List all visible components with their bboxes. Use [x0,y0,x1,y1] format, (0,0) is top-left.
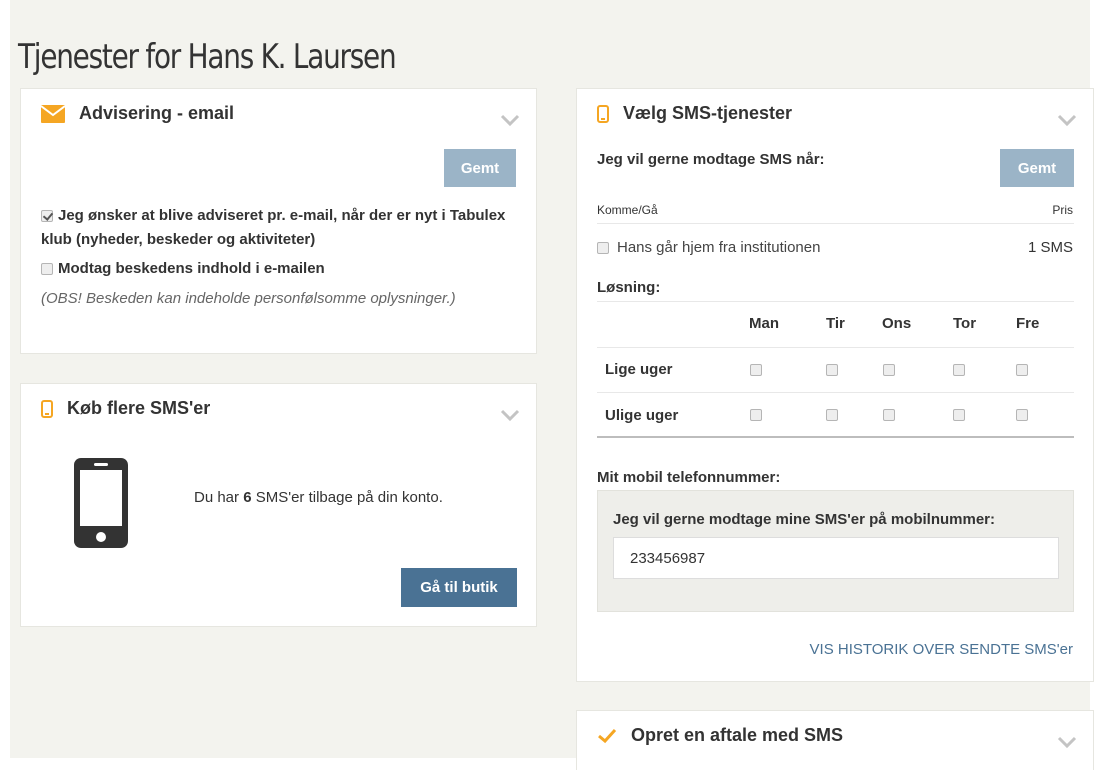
odd-week-wed-checkbox[interactable] [883,409,895,421]
even-week-thu-checkbox[interactable] [953,364,965,376]
mobile-icon [41,399,53,418]
sms-panel-title: Vælg SMS-tjenester [623,103,793,123]
sms-services-panel: Vælg SMS-tjenester Jeg vil gerne modtage… [576,88,1094,682]
even-week-fri-checkbox[interactable] [1016,364,1028,376]
email-content-label: Modtag beskedens indhold i e-mailen [58,260,325,277]
column-header-come-go: Komme/Gå [597,203,658,217]
row-label-even-weeks: Lige uger [605,361,673,378]
schedule-grid: Man Tir Ons Tor Fre Lige uger Ulige uger [597,301,1074,437]
phone-number-input[interactable] [613,537,1059,579]
sms-balance-text: Du har 6 SMS'er tilbage på din konto. [194,489,443,506]
divider [597,392,1074,393]
odd-week-mon-checkbox[interactable] [750,409,762,421]
chevron-down-icon[interactable] [1057,113,1077,127]
day-header: Tir [826,315,845,332]
email-panel-title: Advisering - email [79,103,235,123]
agreement-panel-header[interactable]: Opret en aftale med SMS [597,725,843,746]
column-header-price: Pris [1052,203,1073,217]
day-header: Man [749,315,779,332]
even-week-wed-checkbox[interactable] [883,364,895,376]
sms-intro: Jeg vil gerne modtage SMS når: [597,151,825,168]
phone-box: Jeg vil gerne modtage mine SMS'er på mob… [597,490,1074,612]
odd-week-thu-checkbox[interactable] [953,409,965,421]
solution-label: Løsning: [597,279,661,296]
chevron-down-icon[interactable] [1057,735,1077,749]
chevron-down-icon[interactable] [500,408,520,422]
email-save-button[interactable]: Gemt [444,149,516,187]
even-week-tue-checkbox[interactable] [826,364,838,376]
email-panel-header[interactable]: Advisering - email [41,103,234,124]
odd-week-tue-checkbox[interactable] [826,409,838,421]
smartphone-icon [74,458,128,548]
buy-sms-panel-header[interactable]: Køb flere SMS'er [41,398,210,419]
email-content-checkbox[interactable] [41,263,53,276]
even-week-mon-checkbox[interactable] [750,364,762,376]
agreement-panel-title: Opret en aftale med SMS [631,725,844,745]
sms-panel-header[interactable]: Vælg SMS-tjenester [597,103,792,124]
checkmark-icon [597,728,617,744]
odd-week-fri-checkbox[interactable] [1016,409,1028,421]
mobile-icon [597,104,609,123]
divider [597,223,1074,224]
row-label-odd-weeks: Ulige uger [605,407,679,424]
sms-count: 6 [243,489,252,506]
phone-prompt: Jeg vil gerne modtage mine SMS'er på mob… [613,511,995,528]
sms-agreement-panel: Opret en aftale med SMS [576,710,1094,770]
email-notify-label: Jeg ønsker at blive adviseret pr. e-mail… [41,207,506,248]
sms-save-button[interactable]: Gemt [1000,149,1074,187]
go-home-price: 1 SMS [1027,239,1073,256]
buy-sms-panel: Køb flere SMS'er Du har 6 SMS'er tilbage… [20,383,537,627]
divider [597,436,1074,438]
email-notify-checkbox[interactable] [41,210,53,223]
day-header: Ons [882,315,912,332]
go-home-checkbox[interactable] [597,242,609,255]
phone-section-label: Mit mobil telefonnummer: [597,469,781,486]
go-to-shop-button[interactable]: Gå til butik [401,568,517,607]
page-title: Tjenester for Hans K. Laursen [18,36,397,77]
sms-history-link[interactable]: VIS HISTORIK OVER SENDTE SMS'er [810,641,1073,658]
privacy-note: (OBS! Beskeden kan indeholde personfølso… [41,290,456,307]
email-notification-panel: Advisering - email Gemt Jeg ønsker at bl… [20,88,537,354]
buy-sms-panel-title: Køb flere SMS'er [67,398,211,418]
go-home-label: Hans går hjem fra institutionen [617,239,821,256]
day-header: Fre [1016,315,1040,332]
divider [597,347,1074,348]
chevron-down-icon[interactable] [500,113,520,127]
envelope-icon [41,104,65,123]
day-header: Tor [953,315,977,332]
